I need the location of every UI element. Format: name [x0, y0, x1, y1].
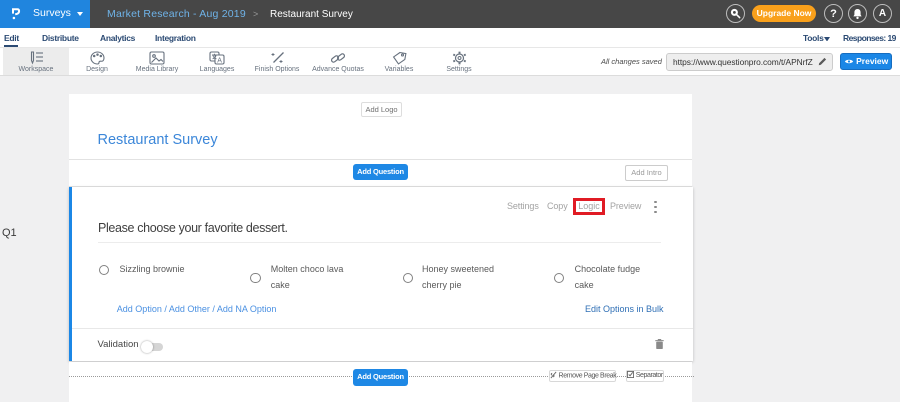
svg-text:A: A [217, 57, 222, 64]
